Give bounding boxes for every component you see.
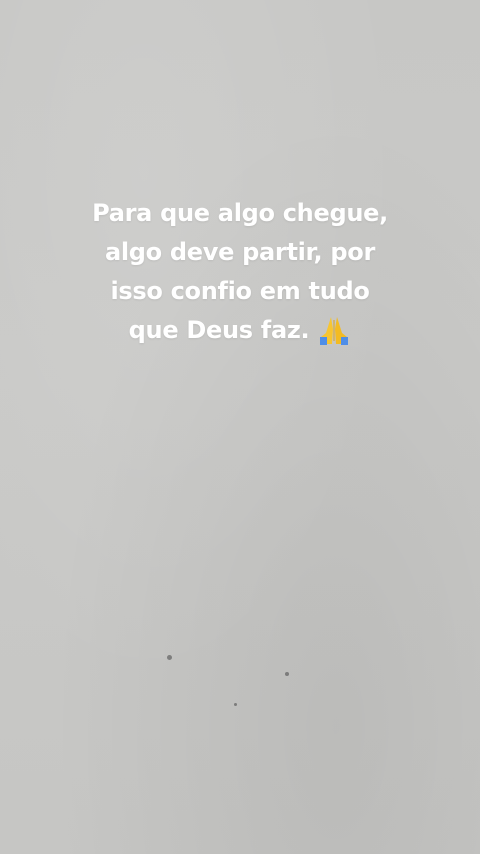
story-background [0, 0, 480, 854]
background-speck [234, 703, 237, 706]
caption-line-3: isso confio em tudo [110, 277, 370, 305]
background-speck [167, 655, 172, 660]
caption-line-4-text: que Deus faz. [128, 316, 310, 344]
caption-line-1: Para que algo chegue, [92, 199, 388, 227]
folded-hands-icon [320, 317, 349, 345]
caption-line-4: que Deus faz. [60, 311, 420, 350]
background-speck [285, 672, 289, 676]
story-caption: Para que algo chegue, algo deve partir, … [60, 194, 420, 350]
caption-line-2: algo deve partir, por [104, 238, 376, 266]
